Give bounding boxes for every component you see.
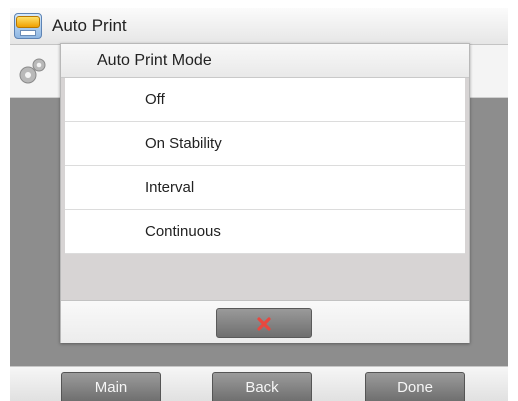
option-label: Off [145,91,165,108]
cancel-button[interactable] [216,308,312,338]
option-label: Continuous [145,223,221,240]
dialog-header: Auto Print Mode [61,44,469,78]
option-list: Off On Stability Interval Continuous [65,78,465,254]
dialog-footer [61,300,469,343]
page-title: Auto Print [52,16,127,35]
dialog-title: Auto Print Mode [97,52,212,69]
title-bar: Auto Print [10,8,508,45]
option-off[interactable]: Off [65,78,465,122]
gear-icon [19,58,46,84]
option-label: Interval [145,179,195,196]
auto-print-icon [14,13,42,39]
auto-print-mode-dialog: Auto Print Mode Off On Stability Interva… [60,43,470,343]
back-button[interactable]: Back [212,372,312,401]
done-button[interactable]: Done [365,372,465,401]
main-button[interactable]: Main [61,372,161,401]
option-label: On Stability [145,135,222,152]
close-icon [257,317,271,331]
screen-frame: Auto Print Auto Print Mode Off On Stabil… [10,8,508,401]
option-interval[interactable]: Interval [65,166,465,210]
option-continuous[interactable]: Continuous [65,210,465,254]
option-on-stability[interactable]: On Stability [65,122,465,166]
bottom-nav: Main Back Done [10,366,508,401]
